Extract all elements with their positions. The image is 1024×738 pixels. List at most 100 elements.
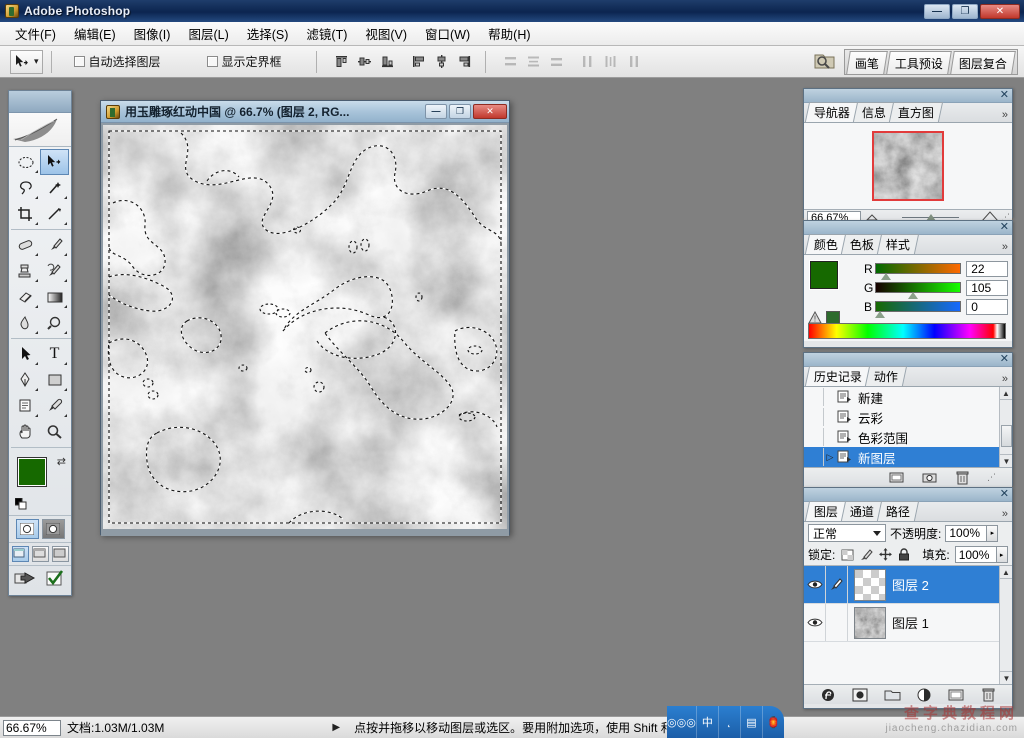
minimize-button[interactable]: — [924, 3, 950, 19]
layer-row[interactable]: 图层 2 [804, 566, 1012, 604]
history-panel-menu-icon[interactable]: » [1002, 373, 1008, 385]
swap-colors-icon[interactable]: ⇄ [57, 455, 66, 468]
full-screen-mode-button[interactable] [51, 546, 69, 562]
history-scrollbar[interactable]: ▲ ▼ [999, 387, 1012, 467]
navigator-view[interactable] [804, 123, 1012, 209]
document-close-button[interactable]: ✕ [473, 104, 507, 119]
history-snapshot-toggle[interactable] [804, 388, 824, 406]
file-browser-icon[interactable] [812, 50, 838, 74]
scroll-up-button[interactable]: ▲ [1000, 566, 1012, 579]
tab-actions[interactable]: 动作 [864, 366, 908, 386]
scroll-down-button[interactable]: ▼ [1000, 454, 1012, 467]
tool-blur[interactable] [11, 310, 40, 336]
ime-punctuation-icon[interactable]: ˛ [719, 706, 741, 738]
channel-slider-g[interactable] [875, 282, 962, 299]
tool-healing-brush[interactable] [11, 232, 40, 258]
default-colors-icon[interactable] [14, 497, 27, 510]
lock-image-pixels-icon[interactable] [859, 548, 873, 562]
fill-stepper[interactable]: ▸ [995, 546, 1008, 563]
new-layer-icon[interactable] [948, 687, 965, 702]
document-title-bar[interactable]: 用玉雕琢红动中国 @ 66.7% (图层 2, RG... — ❐ ✕ [101, 101, 509, 123]
opacity-stepper[interactable]: ▸ [986, 524, 999, 542]
layer-link-cell[interactable] [826, 604, 848, 641]
palette-tab-layer-comps[interactable]: 图层复合 [950, 50, 1016, 74]
menu-view[interactable]: 视图(V) [356, 21, 416, 46]
tool-crop[interactable] [11, 201, 40, 227]
window-controls[interactable]: — ❐ ✕ [924, 3, 1024, 19]
distribute-vertical-centers-button[interactable] [523, 51, 544, 72]
navigator-menu-icon[interactable]: » [1002, 109, 1008, 121]
create-new-snapshot-icon[interactable] [921, 470, 938, 485]
align-bottom-edges-button[interactable] [377, 51, 398, 72]
history-panel-grip[interactable]: ✕ [804, 353, 1012, 367]
status-zoom-field[interactable]: 66.67% [3, 719, 61, 736]
blend-mode-select[interactable]: 正常 [808, 524, 886, 542]
ime-logo-icon[interactable]: ◎◎◎ [667, 706, 697, 738]
auto-select-layer-checkbox[interactable]: 自动选择图层 [73, 53, 161, 70]
distribute-right-edges-button[interactable] [623, 51, 644, 72]
history-item[interactable]: ▷ 新图层 [804, 447, 1012, 467]
tool-dodge[interactable] [40, 310, 69, 336]
scroll-down-button[interactable]: ▼ [1000, 671, 1012, 684]
layer-style-icon[interactable] [820, 687, 837, 702]
layer-visibility-toggle[interactable] [804, 566, 826, 603]
color-panel-close-icon[interactable]: ✕ [1000, 221, 1009, 234]
quick-mask-mode-button[interactable] [41, 519, 65, 539]
status-play-icon[interactable]: ▶ [332, 722, 340, 733]
color-panel-menu-icon[interactable]: » [1002, 241, 1008, 253]
ime-chinese-icon[interactable]: 中 [697, 706, 719, 738]
tool-gradient[interactable] [40, 284, 69, 310]
color-spectrum-ramp[interactable] [808, 323, 1006, 339]
history-item[interactable]: 云彩 [804, 407, 1012, 427]
tool-rectangle[interactable] [40, 367, 69, 393]
distribute-bottom-edges-button[interactable] [546, 51, 567, 72]
tab-styles[interactable]: 样式 [876, 234, 920, 254]
tool-zoom[interactable] [40, 419, 69, 445]
navigator-close-icon[interactable]: ✕ [1000, 89, 1009, 102]
ime-keyboard-icon[interactable]: ▤ [741, 706, 763, 738]
history-item[interactable]: 色彩范围 [804, 427, 1012, 447]
history-item[interactable]: 新建 [804, 387, 1012, 407]
palette-tab-tool-presets[interactable]: 工具预设 [886, 50, 952, 74]
tool-clone-stamp[interactable] [11, 258, 40, 284]
toolbox-grip[interactable] [9, 91, 71, 113]
menu-file[interactable]: 文件(F) [6, 21, 65, 46]
tool-eraser[interactable] [11, 284, 40, 310]
layer-thumbnail[interactable] [854, 606, 886, 639]
adjustment-layer-icon[interactable] [916, 687, 933, 702]
ime-toolbox-icon[interactable]: 🏮 [763, 706, 784, 738]
delete-state-icon[interactable] [954, 470, 971, 485]
jump-to-imageready-icon[interactable] [14, 570, 38, 590]
tool-history-brush[interactable] [40, 258, 69, 284]
tab-histogram[interactable]: 直方图 [888, 102, 944, 122]
distribute-top-edges-button[interactable] [500, 51, 521, 72]
show-bounding-box-checkbox[interactable]: 显示定界框 [206, 53, 282, 70]
lock-position-icon[interactable] [878, 548, 892, 562]
maximize-button[interactable]: ❐ [952, 3, 978, 19]
delete-layer-icon[interactable] [980, 687, 997, 702]
scroll-thumb[interactable] [1001, 425, 1012, 447]
tool-slice[interactable] [40, 201, 69, 227]
align-left-edges-button[interactable] [408, 51, 429, 72]
tool-lasso[interactable] [11, 175, 40, 201]
standard-mask-mode-button[interactable] [15, 519, 39, 539]
history-snapshot-toggle[interactable] [804, 428, 824, 446]
history-snapshot-toggle[interactable] [804, 408, 824, 426]
tool-path-selection[interactable] [11, 341, 40, 367]
distribute-horizontal-centers-button[interactable] [600, 51, 621, 72]
tab-navigator[interactable]: 导航器 [804, 102, 860, 122]
layers-panel-grip[interactable]: ✕ [804, 488, 1012, 502]
channel-value-r[interactable]: 22 [966, 260, 1008, 277]
layer-visibility-toggle[interactable] [804, 604, 826, 641]
tool-hand[interactable] [11, 419, 40, 445]
navigator-grip[interactable]: ✕ [804, 89, 1012, 103]
tool-type[interactable]: T [40, 341, 69, 367]
layers-scrollbar[interactable]: ▲ ▼ [999, 566, 1012, 684]
document-restore-button[interactable]: ❐ [449, 104, 471, 119]
palette-tab-brushes[interactable]: 画笔 [846, 50, 888, 74]
align-top-edges-button[interactable] [331, 51, 352, 72]
color-panel-grip[interactable]: ✕ [804, 221, 1012, 235]
create-document-from-state-icon[interactable] [888, 470, 905, 485]
resize-grip[interactable]: ⋰ [987, 472, 996, 483]
document-minimize-button[interactable]: — [425, 104, 447, 119]
